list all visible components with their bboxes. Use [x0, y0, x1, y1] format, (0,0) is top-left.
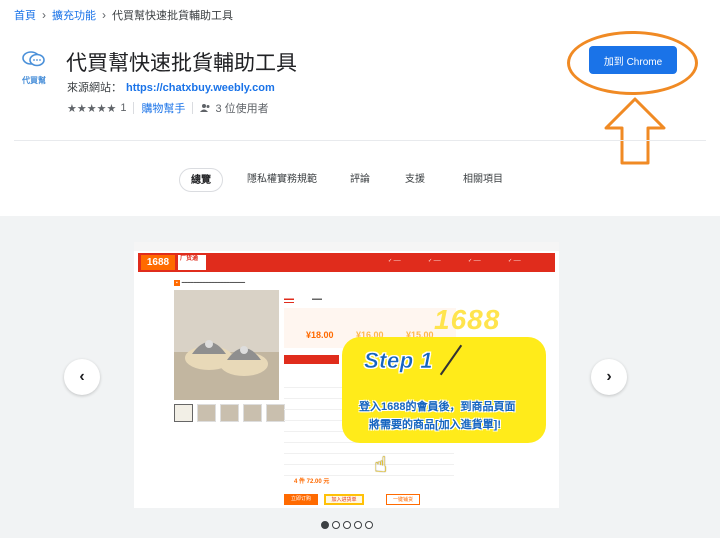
- divider: [192, 102, 194, 114]
- chevron-right-icon: ›: [606, 368, 612, 385]
- chevron-right-icon: ›: [102, 8, 106, 22]
- badge-icon: ✓ ──: [508, 258, 521, 264]
- variant-row: [284, 454, 454, 465]
- gallery-dot[interactable]: [332, 521, 340, 529]
- thumbnail[interactable]: [197, 404, 216, 422]
- breadcrumb-current: 代買幫快速批貨輔助工具: [112, 10, 233, 22]
- product-image: [174, 290, 279, 400]
- product-tabbar: ▬▬ ▬▬: [284, 296, 322, 303]
- source-url-link[interactable]: https://chatxbuy.weebly.com: [126, 82, 275, 94]
- buy-now-button: 立即订购: [284, 494, 318, 505]
- rating-count[interactable]: 1: [120, 102, 126, 114]
- gallery-slide: 1688 厂货通 ✓ ── ✓ ── ✓ ── ✓ ── ▪ ━━━━━━━━━━…: [134, 242, 559, 508]
- rating-stars-icon: ★★★★★: [67, 102, 117, 115]
- gallery-dot[interactable]: [365, 521, 373, 529]
- gallery-prev-button[interactable]: ‹: [64, 359, 100, 395]
- quick-list-button: 一键铺货: [386, 494, 420, 505]
- badge-icon: ✓ ──: [468, 258, 481, 264]
- tab-support[interactable]: 支援: [405, 168, 425, 192]
- users-icon: [200, 104, 210, 112]
- breadcrumb-category-link[interactable]: 擴充功能: [52, 7, 96, 23]
- tab-bar: 總覽 隱私權實務規範 評論 支援 相關項目: [0, 168, 720, 192]
- promo-strip: [284, 355, 339, 364]
- slide-topbar: [134, 242, 559, 251]
- step-instruction-line: 登入1688的會員後，到商品頁面: [359, 401, 516, 413]
- hand-pointer-icon: ☝: [374, 452, 388, 477]
- variant-row: [284, 465, 454, 476]
- product-thumbnails: [174, 404, 285, 422]
- step-instruction-line: 將需要的商品[加入進貨單]!: [369, 419, 501, 431]
- order-total: 4 件 72.00 元: [294, 479, 330, 485]
- badge-icon: ✓ ──: [428, 258, 441, 264]
- breadcrumb: 首頁 › 擴充功能 › 代買幫快速批貨輔助工具: [14, 7, 233, 23]
- product-title-bar: ▪ ━━━━━━━━━━━━━━━━━━━━━: [174, 280, 245, 286]
- product-tag: ▪: [174, 280, 180, 286]
- extension-logo: 代買幫: [16, 50, 52, 86]
- breadcrumb-home-link[interactable]: 首頁: [14, 7, 36, 23]
- badge-icon: ✓ ──: [388, 258, 401, 264]
- slide-site-banner: 1688 厂货通 ✓ ── ✓ ── ✓ ── ✓ ──: [138, 253, 555, 272]
- add-to-cart-button: 加入进货单: [324, 494, 364, 505]
- logo-text: 代買幫: [22, 76, 46, 85]
- chevron-left-icon: ‹: [79, 368, 85, 385]
- divider: [133, 102, 135, 114]
- site-logo: 1688: [141, 255, 175, 270]
- gallery-next-button[interactable]: ›: [591, 359, 627, 395]
- up-arrow-annotation: [604, 97, 666, 165]
- product-tab: ▬▬: [284, 296, 294, 303]
- extension-meta: ★★★★★ 1 購物幫手 3 位使用者: [67, 100, 269, 116]
- add-to-chrome-button[interactable]: 加到 Chrome: [589, 46, 677, 74]
- site-sub-logo: 厂货通: [178, 255, 206, 270]
- price-tier: ¥18.00: [306, 330, 334, 340]
- tab-privacy[interactable]: 隱私權實務規範: [247, 168, 317, 192]
- gallery-dots: [321, 521, 373, 529]
- tab-related[interactable]: 相關項目: [463, 168, 503, 192]
- thumbnail[interactable]: [220, 404, 239, 422]
- source-website: 來源網站： https://chatxbuy.weebly.com: [67, 79, 275, 95]
- gallery-dot[interactable]: [321, 521, 329, 529]
- step-title: Step 1: [364, 348, 434, 374]
- chat-bubbles-icon: [22, 51, 45, 67]
- tab-overview[interactable]: 總覽: [179, 168, 223, 192]
- tab-reviews[interactable]: 評論: [350, 168, 370, 192]
- thumbnail[interactable]: [266, 404, 285, 422]
- big-1688-watermark: 1688: [434, 304, 501, 335]
- gallery-dot[interactable]: [343, 521, 351, 529]
- source-label: 來源網站：: [67, 82, 122, 94]
- thumbnail[interactable]: [243, 404, 262, 422]
- category-link[interactable]: 購物幫手: [141, 100, 185, 116]
- gallery-dot[interactable]: [354, 521, 362, 529]
- user-count: 3 位使用者: [215, 103, 269, 115]
- product-tab: ▬▬: [312, 296, 322, 302]
- thumbnail[interactable]: [174, 404, 193, 422]
- variant-row: [284, 443, 454, 454]
- divider: [14, 140, 706, 141]
- extension-title: 代買幫快速批貨輔助工具: [66, 52, 297, 75]
- chevron-right-icon: ›: [42, 8, 46, 22]
